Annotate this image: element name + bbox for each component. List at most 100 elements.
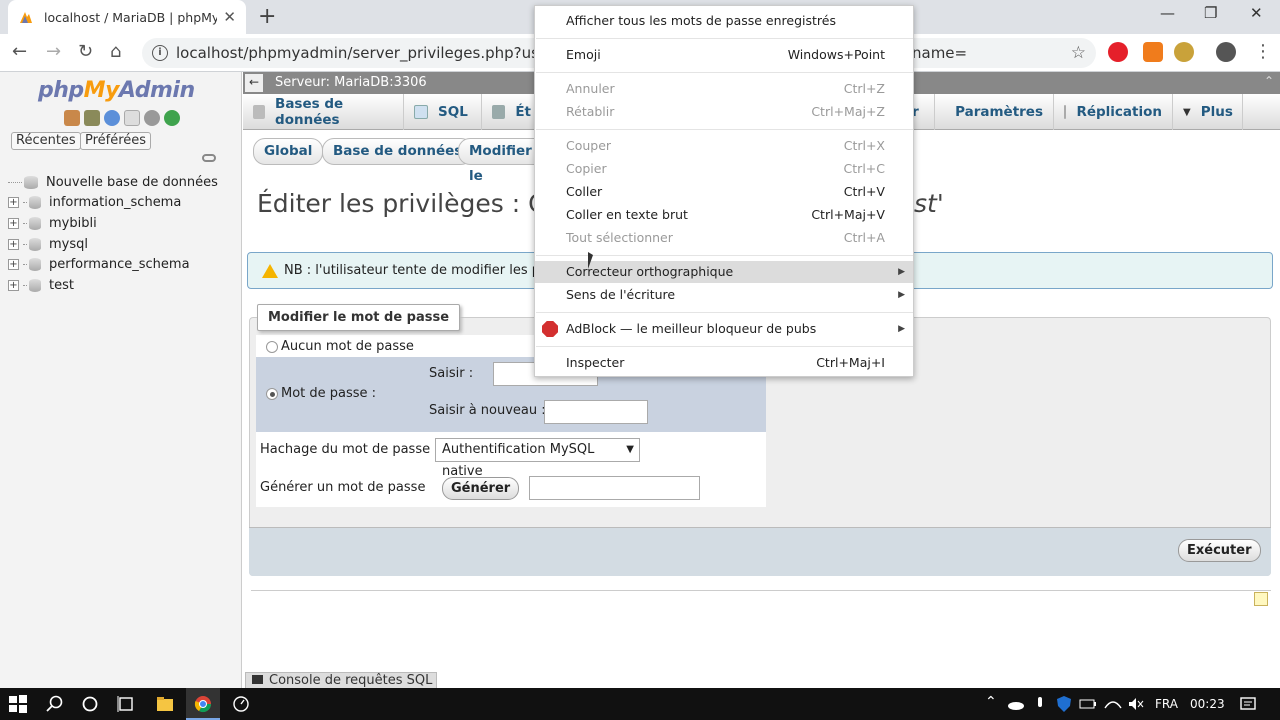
extension-badge-icon[interactable] bbox=[1174, 42, 1194, 62]
menu-item-adblock[interactable]: AdBlock — le meilleur bloqueur de pubs ▶ bbox=[535, 318, 913, 340]
tab-replication[interactable]: Réplication bbox=[1054, 94, 1173, 130]
clock-app-icon[interactable] bbox=[231, 694, 251, 714]
recent-tables-button[interactable]: Récentes bbox=[11, 132, 81, 150]
menu-item-inspect[interactable]: Inspecter Ctrl+Maj+I bbox=[535, 352, 913, 374]
tab-sql[interactable]: SQL bbox=[404, 94, 482, 130]
forward-arrow-icon[interactable]: → bbox=[46, 41, 61, 62]
bookmark-star-icon[interactable]: ☆ bbox=[1071, 43, 1086, 63]
defender-shield-icon[interactable] bbox=[1054, 694, 1074, 714]
expand-plus-icon[interactable]: + bbox=[8, 238, 19, 250]
expand-plus-icon[interactable]: + bbox=[8, 259, 19, 271]
battery-icon[interactable] bbox=[1078, 694, 1098, 714]
exit-icon[interactable] bbox=[84, 110, 100, 126]
settings-gear-icon[interactable] bbox=[144, 110, 160, 126]
expand-plus-icon[interactable]: + bbox=[8, 197, 19, 209]
mouse-cursor-icon bbox=[588, 252, 593, 269]
task-view-icon[interactable] bbox=[116, 694, 136, 714]
phpmyadmin-logo[interactable]: phpMyAdmin bbox=[38, 78, 195, 103]
tree-item-label[interactable]: Nouvelle base de données bbox=[46, 175, 218, 190]
database-icon bbox=[29, 237, 41, 251]
execute-button[interactable]: Exécuter bbox=[1178, 539, 1261, 562]
databases-icon bbox=[253, 105, 266, 119]
favorite-tables-button[interactable]: Préférées bbox=[80, 132, 152, 150]
menu-item-select-all[interactable]: Tout sélectionner Ctrl+A bbox=[535, 227, 913, 249]
wifi-icon[interactable] bbox=[1103, 694, 1123, 714]
generate-button[interactable]: Générer bbox=[442, 477, 520, 500]
tree-item-database[interactable]: + mybibli bbox=[8, 213, 218, 234]
help-icon[interactable] bbox=[104, 110, 120, 126]
no-password-label[interactable]: Aucun mot de passe bbox=[281, 339, 414, 354]
expand-plus-icon[interactable]: + bbox=[8, 217, 19, 229]
window-minimize-icon[interactable]: — bbox=[1160, 4, 1175, 22]
password-confirm-input[interactable] bbox=[544, 400, 648, 424]
menu-item-emoji[interactable]: Emoji Windows+Point bbox=[535, 44, 913, 66]
chrome-taskbar-active[interactable] bbox=[186, 688, 220, 720]
server-breadcrumb[interactable]: Serveur: MariaDB:3306 bbox=[275, 75, 427, 90]
menu-item-copy[interactable]: Copier Ctrl+C bbox=[535, 158, 913, 180]
window-close-icon[interactable]: ✕ bbox=[1250, 4, 1263, 22]
notifications-icon[interactable] bbox=[1238, 694, 1258, 714]
subtab-global[interactable]: Global bbox=[253, 138, 324, 165]
reload-icon[interactable]: ↻ bbox=[78, 41, 93, 62]
tab-status[interactable]: Ét bbox=[482, 94, 542, 130]
language-indicator[interactable]: FRA bbox=[1155, 697, 1178, 711]
expand-plus-icon[interactable]: + bbox=[8, 279, 19, 291]
search-icon[interactable] bbox=[45, 694, 65, 714]
volume-muted-icon[interactable] bbox=[1126, 694, 1146, 714]
password-radio[interactable] bbox=[266, 388, 278, 400]
password-label[interactable]: Mot de passe : bbox=[281, 386, 376, 401]
new-tab-button[interactable]: + bbox=[258, 4, 276, 29]
tree-item-database[interactable]: + mysql bbox=[8, 234, 218, 255]
collapse-chevron-icon[interactable]: ⌃ bbox=[1264, 74, 1274, 88]
tray-chevron-up-icon[interactable]: ⌃ bbox=[985, 694, 997, 710]
generate-password-label: Générer un mot de passe bbox=[260, 480, 426, 495]
back-arrow-icon[interactable]: ← bbox=[12, 41, 27, 62]
tree-item-database[interactable]: + information_schema bbox=[8, 193, 218, 214]
menu-item-cut[interactable]: Couper Ctrl+X bbox=[535, 135, 913, 157]
generated-password-input[interactable] bbox=[529, 476, 700, 500]
browser-tab-active[interactable]: localhost / MariaDB | phpMyAdm ✕ bbox=[8, 0, 246, 34]
browser-menu-icon[interactable]: ⋮ bbox=[1254, 41, 1272, 62]
tree-item-new-database[interactable]: Nouvelle base de données bbox=[8, 172, 218, 193]
profile-avatar-icon[interactable] bbox=[1216, 42, 1236, 62]
window-restore-icon[interactable]: ❐ bbox=[1204, 4, 1217, 22]
menu-item-show-passwords[interactable]: Afficher tous les mots de passe enregist… bbox=[535, 10, 913, 32]
menu-item-writing-direction[interactable]: Sens de l'écriture ▶ bbox=[535, 284, 913, 306]
collapse-nav-arrow-icon[interactable]: ← bbox=[245, 74, 263, 92]
page-note-icon[interactable] bbox=[1254, 592, 1268, 606]
subtab-database[interactable]: Base de données bbox=[322, 138, 474, 165]
tab-databases[interactable]: Bases de données bbox=[243, 94, 404, 130]
hashing-select[interactable]: Authentification MySQL native ▼ bbox=[435, 438, 640, 479]
tree-item-label[interactable]: information_schema bbox=[49, 195, 181, 210]
tree-item-label[interactable]: test bbox=[49, 278, 74, 293]
tree-item-database[interactable]: + test bbox=[8, 275, 218, 296]
opera-extension-icon[interactable] bbox=[1108, 42, 1128, 62]
link-icon[interactable] bbox=[202, 154, 216, 162]
cortana-icon[interactable] bbox=[80, 694, 100, 714]
no-password-radio[interactable] bbox=[266, 341, 278, 353]
tab-more[interactable]: ▼ Plus bbox=[1173, 94, 1243, 130]
menu-item-shortcut: Ctrl+Maj+I bbox=[816, 355, 885, 370]
tree-item-label[interactable]: mysql bbox=[49, 237, 88, 252]
file-explorer-icon[interactable] bbox=[155, 694, 175, 714]
tree-item-label[interactable]: performance_schema bbox=[49, 257, 190, 272]
microphone-icon[interactable] bbox=[1030, 694, 1050, 714]
site-info-icon[interactable]: i bbox=[152, 45, 168, 61]
refresh-icon[interactable] bbox=[164, 110, 180, 126]
tab-close-icon[interactable]: ✕ bbox=[223, 8, 236, 26]
tree-item-database[interactable]: + performance_schema bbox=[8, 254, 218, 275]
tree-item-label[interactable]: mybibli bbox=[49, 216, 97, 231]
docs-icon[interactable] bbox=[124, 110, 140, 126]
menu-item-redo[interactable]: Rétablir Ctrl+Maj+Z bbox=[535, 101, 913, 123]
clock[interactable]: 00:23 bbox=[1190, 697, 1225, 711]
home-icon[interactable] bbox=[64, 110, 80, 126]
windows-start-icon[interactable] bbox=[8, 694, 28, 714]
menu-item-paste[interactable]: Coller Ctrl+V bbox=[535, 181, 913, 203]
extension-off-icon[interactable] bbox=[1143, 42, 1163, 62]
home-icon[interactable]: ⌂ bbox=[110, 41, 121, 62]
menu-item-undo[interactable]: Annuler Ctrl+Z bbox=[535, 78, 913, 100]
onedrive-icon[interactable] bbox=[1006, 694, 1026, 714]
menu-item-paste-plain[interactable]: Coller en texte brut Ctrl+Maj+V bbox=[535, 204, 913, 226]
tab-settings[interactable]: Paramètres bbox=[935, 94, 1054, 130]
sql-console-toggle[interactable]: Console de requêtes SQL bbox=[245, 672, 438, 689]
